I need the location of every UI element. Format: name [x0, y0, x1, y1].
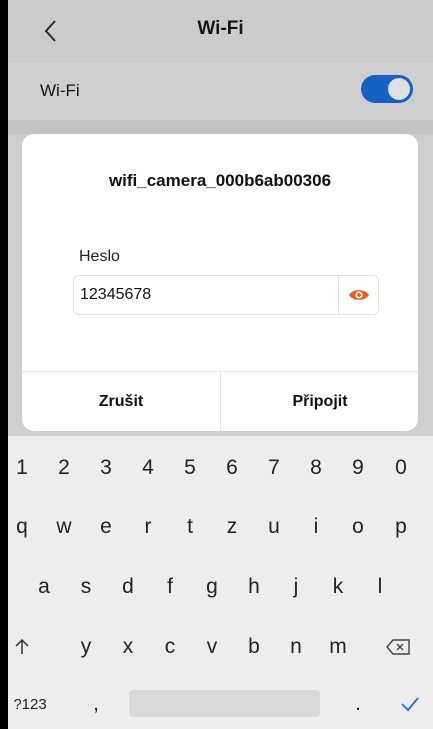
comma-key[interactable]: , [78, 684, 114, 724]
key-g[interactable]: g [194, 567, 230, 607]
key-p[interactable]: p [383, 507, 419, 547]
key-d[interactable]: d [110, 567, 146, 607]
key-5[interactable]: 5 [172, 448, 208, 488]
show-password-toggle[interactable] [348, 285, 370, 305]
key-6[interactable]: 6 [214, 448, 250, 488]
key-b[interactable]: b [236, 627, 272, 667]
key-x[interactable]: x [110, 627, 146, 667]
key-e[interactable]: e [88, 507, 124, 547]
key-w[interactable]: w [46, 507, 82, 547]
key-o[interactable]: o [340, 507, 376, 547]
enter-key[interactable] [392, 684, 428, 724]
key-z[interactable]: z [214, 507, 250, 547]
cancel-button[interactable]: Zrušit [22, 372, 220, 431]
key-t[interactable]: t [172, 507, 208, 547]
key-r[interactable]: r [130, 507, 166, 547]
backspace-icon [386, 639, 410, 655]
key-0[interactable]: 0 [383, 448, 419, 488]
checkmark-icon [401, 697, 419, 712]
key-s[interactable]: s [68, 567, 104, 607]
period-key[interactable]: . [340, 684, 376, 724]
key-n[interactable]: n [278, 627, 314, 667]
password-label: Heslo [79, 248, 120, 265]
key-y[interactable]: y [68, 627, 104, 667]
backspace-key[interactable] [380, 627, 416, 667]
key-8[interactable]: 8 [298, 448, 334, 488]
key-k[interactable]: k [320, 567, 356, 607]
key-q[interactable]: q [8, 507, 40, 547]
key-9[interactable]: 9 [340, 448, 376, 488]
connect-button[interactable]: Připojit [220, 372, 418, 431]
eye-icon [349, 290, 369, 300]
key-l[interactable]: l [362, 567, 398, 607]
key-j[interactable]: j [278, 567, 314, 607]
password-input[interactable] [74, 276, 338, 314]
shift-key[interactable] [8, 627, 40, 667]
arrow-up-icon [15, 638, 29, 654]
key-2[interactable]: 2 [46, 448, 82, 488]
key-a[interactable]: a [26, 567, 62, 607]
screen: Wi-Fi Wi-Fi wifi_camera_000b6ab00306 Hes… [8, 0, 433, 729]
key-1[interactable]: 1 [8, 448, 40, 488]
wifi-password-dialog: wifi_camera_000b6ab00306 Heslo Zrušit Př… [22, 134, 418, 431]
on-screen-keyboard: 1 2 3 4 5 6 7 8 9 0 q w e r t z u i o p … [8, 436, 433, 729]
password-field-divider [338, 276, 339, 314]
key-m[interactable]: m [320, 627, 356, 667]
key-h[interactable]: h [236, 567, 272, 607]
password-field-box [73, 275, 379, 315]
key-c[interactable]: c [152, 627, 188, 667]
symbols-key[interactable]: ?123 [10, 684, 50, 724]
space-bar[interactable] [129, 690, 320, 717]
key-3[interactable]: 3 [88, 448, 124, 488]
key-u[interactable]: u [256, 507, 292, 547]
key-4[interactable]: 4 [130, 448, 166, 488]
key-i[interactable]: i [298, 507, 334, 547]
key-v[interactable]: v [194, 627, 230, 667]
key-f[interactable]: f [152, 567, 188, 607]
dialog-title: wifi_camera_000b6ab00306 [108, 171, 332, 190]
key-7[interactable]: 7 [256, 448, 292, 488]
